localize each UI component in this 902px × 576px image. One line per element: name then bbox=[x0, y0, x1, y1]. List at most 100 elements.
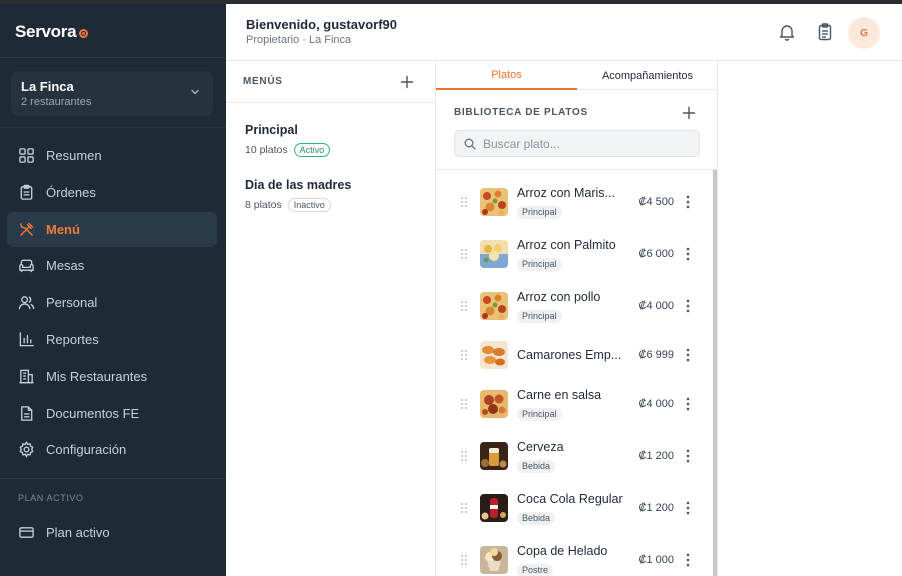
user-role-subtitle: Propietario · La Finca bbox=[246, 34, 352, 46]
sidebar-item-personal[interactable]: Personal bbox=[7, 285, 217, 320]
plan-section-label: PLAN ACTIVO bbox=[18, 493, 84, 503]
drag-handle-icon[interactable] bbox=[460, 248, 468, 260]
dish-category-badge: Principal bbox=[517, 258, 562, 271]
dish-row[interactable]: Arroz con pollo Principal ₡4 000 bbox=[436, 281, 712, 331]
status-badge: Activo bbox=[293, 143, 331, 157]
sidebar-item-reportes[interactable]: Reportes bbox=[7, 322, 217, 357]
more-options-icon[interactable] bbox=[684, 553, 692, 567]
sidebar-item-ordenes[interactable]: Órdenes bbox=[7, 175, 217, 210]
sidebar-item-resumen[interactable]: Resumen bbox=[7, 138, 217, 173]
dish-name: Arroz con pollo bbox=[517, 290, 601, 304]
sidebar-item-menu[interactable]: Menú bbox=[7, 211, 217, 247]
sidebar-item-label: Órdenes bbox=[46, 184, 96, 200]
dish-price: ₡1 200 bbox=[638, 502, 674, 514]
menus-panel: MENÚS Principal 10 platos Activo Dia de … bbox=[226, 61, 436, 576]
drag-handle-icon[interactable] bbox=[460, 450, 468, 462]
menu-card-principal[interactable]: Principal 10 platos Activo bbox=[245, 123, 331, 157]
document-icon bbox=[21, 405, 33, 421]
add-menu-plus-icon[interactable] bbox=[400, 75, 414, 89]
brand-logo[interactable]: Servora bbox=[15, 22, 89, 42]
utensils-icon bbox=[20, 222, 34, 236]
sidebar-item-mesas[interactable]: Mesas bbox=[7, 248, 217, 283]
dish-row[interactable]: Camarones Emp... ₡6 999 bbox=[436, 330, 712, 380]
tab-platos[interactable]: Platos bbox=[436, 61, 577, 90]
menu-meta: 8 platos Inactivo bbox=[245, 198, 351, 212]
scrollbar[interactable] bbox=[713, 170, 717, 576]
dish-row[interactable]: Coca Cola Regular Bebida ₡1 200 bbox=[436, 483, 712, 533]
sidebar-item-label: Mis Restaurantes bbox=[46, 368, 148, 384]
dish-name: Arroz con Maris... bbox=[517, 186, 615, 200]
menu-dish-count: 10 platos bbox=[245, 144, 288, 156]
sidebar-item-label: Configuración bbox=[46, 442, 127, 458]
dish-thumbnail bbox=[480, 442, 508, 470]
drag-handle-icon[interactable] bbox=[460, 349, 468, 361]
drag-handle-icon[interactable] bbox=[460, 398, 468, 410]
library-title: BIBLIOTECA DE PLATOS bbox=[454, 107, 588, 118]
sidebar: Servora La Finca 2 restaurantes Resumen … bbox=[0, 0, 226, 576]
dish-search bbox=[454, 130, 700, 157]
more-options-icon[interactable] bbox=[684, 501, 692, 515]
add-dish-plus-icon[interactable] bbox=[682, 106, 696, 120]
credit-card-icon bbox=[19, 527, 34, 538]
dish-row[interactable]: Carne en salsa Principal ₡4 000 bbox=[436, 379, 712, 429]
sidebar-nav: Resumen Órdenes Menú Mesas Personal Repo… bbox=[7, 138, 217, 469]
brand-name: Servora bbox=[15, 22, 77, 41]
gear-icon bbox=[19, 441, 34, 459]
dish-row[interactable]: Cerveza Bebida ₡1 200 bbox=[436, 431, 712, 481]
sidebar-item-mis-restaurantes[interactable]: Mis Restaurantes bbox=[7, 359, 217, 394]
search-input[interactable] bbox=[483, 135, 693, 153]
dish-name: Copa de Helado bbox=[517, 544, 608, 558]
menu-card-dia-de-las-madres[interactable]: Dia de las madres 8 platos Inactivo bbox=[245, 178, 351, 212]
dish-category-badge: Principal bbox=[517, 310, 562, 323]
status-badge: Inactivo bbox=[287, 198, 331, 212]
dish-row[interactable]: Arroz con Maris... Principal ₡4 500 bbox=[436, 177, 712, 227]
dish-thumbnail bbox=[480, 546, 508, 574]
search-icon bbox=[464, 138, 476, 150]
drag-handle-icon[interactable] bbox=[460, 554, 468, 566]
bell-icon[interactable] bbox=[777, 22, 797, 42]
dish-tabs: Platos Acompañamientos bbox=[436, 61, 717, 90]
grid-icon bbox=[19, 148, 34, 163]
more-options-icon[interactable] bbox=[684, 299, 692, 313]
dish-thumbnail bbox=[480, 494, 508, 522]
sidebar-item-label: Resumen bbox=[46, 148, 102, 163]
more-options-icon[interactable] bbox=[684, 397, 692, 411]
avatar[interactable]: G bbox=[848, 17, 880, 49]
sidebar-item-documentos-fe[interactable]: Documentos FE bbox=[7, 396, 217, 431]
window-top-border bbox=[0, 0, 902, 4]
dish-name: Camarones Emp... bbox=[517, 348, 622, 362]
more-options-icon[interactable] bbox=[684, 348, 692, 362]
more-options-icon[interactable] bbox=[684, 247, 692, 261]
dishes-panel: Platos Acompañamientos BIBLIOTECA DE PLA… bbox=[436, 61, 718, 576]
more-options-icon[interactable] bbox=[684, 449, 692, 463]
brand-dot-icon bbox=[79, 28, 89, 38]
sidebar-item-label: Documentos FE bbox=[46, 405, 140, 421]
sidebar-item-label: Menú bbox=[46, 221, 80, 237]
dish-row[interactable]: Copa de Helado Postre ₡1 000 bbox=[436, 535, 712, 576]
sidebar-item-label: Plan activo bbox=[46, 525, 110, 540]
menu-name: Principal bbox=[245, 123, 298, 137]
drag-handle-icon[interactable] bbox=[460, 502, 468, 514]
sidebar-divider bbox=[0, 127, 226, 128]
menu-dish-count: 8 platos bbox=[245, 199, 282, 211]
drag-handle-icon[interactable] bbox=[460, 300, 468, 312]
dish-name: Coca Cola Regular bbox=[517, 492, 623, 506]
clipboard-icon[interactable] bbox=[815, 22, 835, 42]
more-options-icon[interactable] bbox=[684, 195, 692, 209]
menus-title: MENÚS bbox=[243, 76, 283, 87]
drag-handle-icon[interactable] bbox=[460, 196, 468, 208]
sidebar-item-label: Mesas bbox=[46, 258, 85, 274]
sidebar-item-plan-activo[interactable]: Plan activo bbox=[7, 515, 217, 550]
dish-thumbnail bbox=[480, 188, 508, 216]
tab-acompanamientos[interactable]: Acompañamientos bbox=[577, 61, 718, 90]
org-subtitle: 2 restaurantes bbox=[21, 96, 92, 108]
dish-thumbnail bbox=[480, 390, 508, 418]
sidebar-item-label: Reportes bbox=[46, 331, 99, 347]
dish-row[interactable]: Arroz con Palmito Principal ₡6 000 bbox=[436, 229, 712, 279]
menu-name: Dia de las madres bbox=[245, 178, 352, 192]
chevron-down-icon bbox=[191, 89, 199, 95]
restaurant-selector[interactable]: La Finca 2 restaurantes bbox=[11, 71, 213, 116]
sidebar-item-configuracion[interactable]: Configuración bbox=[7, 432, 217, 467]
sidebar-item-label: Personal bbox=[46, 295, 98, 311]
dish-price: ₡4 000 bbox=[638, 300, 674, 312]
